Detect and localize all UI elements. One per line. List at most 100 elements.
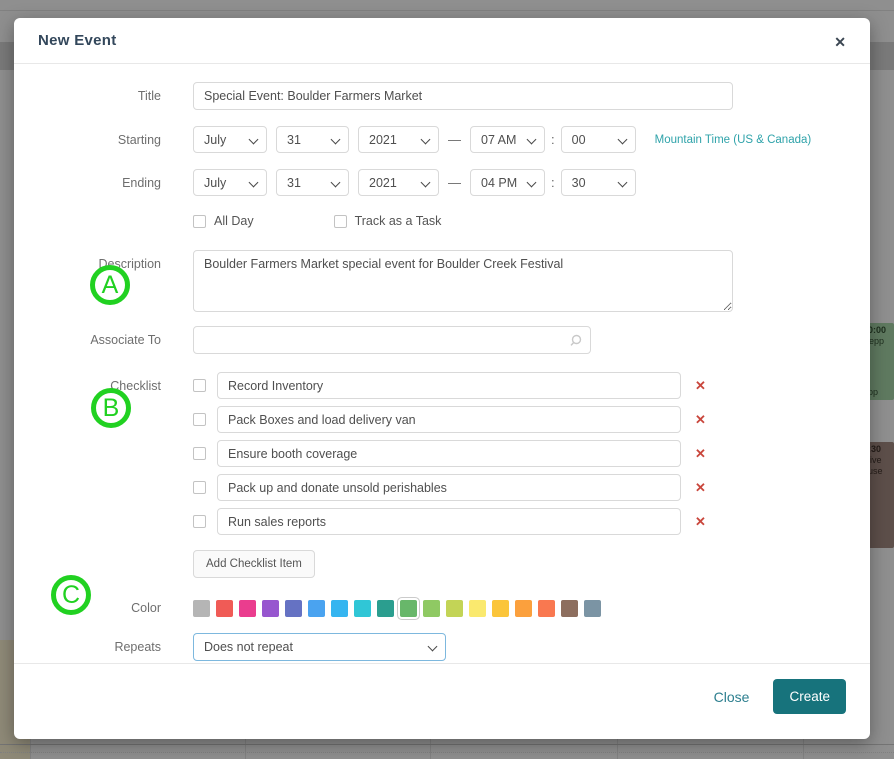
delete-checklist-item-icon[interactable]: ✕ — [695, 413, 706, 426]
color-swatch[interactable] — [331, 600, 348, 617]
chevron-down-icon — [248, 134, 259, 145]
color-swatch[interactable] — [446, 600, 463, 617]
close-icon[interactable]: ✕ — [830, 30, 850, 55]
checklist-item-input[interactable] — [217, 508, 681, 535]
modal-footer: Close Create — [14, 663, 870, 739]
start-year-value: 2021 — [369, 132, 397, 147]
start-month-value: July — [204, 132, 227, 147]
color-swatch[interactable] — [423, 600, 440, 617]
starting-row: Starting July 31 2021 — 07 AM: 00 Mount… — [38, 126, 846, 153]
delete-checklist-item-icon[interactable]: ✕ — [695, 447, 706, 460]
start-minute-select[interactable]: 00 — [560, 126, 636, 153]
checklist-item-checkbox[interactable] — [193, 447, 206, 460]
color-swatch[interactable] — [561, 600, 578, 617]
end-day-value: 31 — [287, 175, 301, 190]
color-swatch[interactable] — [377, 600, 394, 617]
all-day-option: All Day — [193, 214, 254, 228]
color-swatch[interactable] — [239, 600, 256, 617]
end-minute-select[interactable]: 30 — [560, 169, 636, 196]
checklist-item: ✕ — [193, 406, 706, 433]
color-swatch[interactable] — [538, 600, 555, 617]
start-day-value: 31 — [287, 132, 301, 147]
associate-row: Associate To — [38, 326, 846, 354]
repeats-label: Repeats — [114, 640, 161, 654]
end-year-select[interactable]: 2021 — [358, 169, 439, 196]
color-swatch[interactable] — [584, 600, 601, 617]
annotation-circle-b: B — [91, 388, 131, 428]
annotation-circle-a: A — [90, 265, 130, 305]
ending-label: Ending — [122, 176, 161, 190]
new-event-modal: New Event ✕ Title Starting July 31 — [14, 18, 870, 739]
all-day-label: All Day — [214, 214, 254, 228]
create-button[interactable]: Create — [773, 679, 846, 714]
chevron-down-icon — [617, 134, 628, 145]
end-hour-select[interactable]: 04 PM — [470, 169, 545, 196]
associate-label: Associate To — [90, 333, 161, 347]
timezone-link[interactable]: Mountain Time (US & Canada) — [655, 126, 812, 146]
color-swatch[interactable] — [193, 600, 210, 617]
start-day-select[interactable]: 31 — [276, 126, 349, 153]
delete-checklist-item-icon[interactable]: ✕ — [695, 481, 706, 494]
add-checklist-item-button[interactable]: Add Checklist Item — [193, 550, 315, 578]
close-button[interactable]: Close — [714, 689, 750, 705]
all-day-checkbox[interactable] — [193, 214, 206, 228]
title-input[interactable] — [193, 82, 733, 110]
chevron-down-icon — [526, 134, 537, 145]
checklist-item-input[interactable] — [217, 406, 681, 433]
end-month-value: July — [204, 175, 227, 190]
checklist-item-checkbox[interactable] — [193, 481, 206, 494]
chevron-down-icon — [330, 177, 341, 188]
checklist-item-input[interactable] — [217, 372, 681, 399]
date-time-separator: — — [448, 175, 461, 190]
associate-search-input[interactable] — [193, 326, 591, 354]
start-hour-select[interactable]: 07 AM — [470, 126, 545, 153]
color-swatch[interactable] — [262, 600, 279, 617]
end-hour-value: 04 PM — [481, 175, 518, 190]
color-swatch[interactable] — [216, 600, 233, 617]
delete-checklist-item-icon[interactable]: ✕ — [695, 379, 706, 392]
track-task-checkbox[interactable] — [333, 214, 347, 228]
modal-body: Title Starting July 31 2021 — [14, 64, 870, 661]
color-swatch[interactable] — [469, 600, 486, 617]
checklist-item-checkbox[interactable] — [193, 515, 206, 528]
color-swatch[interactable] — [354, 600, 371, 617]
checklist-item-input[interactable] — [217, 474, 681, 501]
end-month-select[interactable]: July — [193, 169, 267, 196]
track-task-label: Track as a Task — [354, 214, 442, 228]
checklist-label: Checklist — [110, 379, 161, 393]
chevron-down-icon — [248, 177, 259, 188]
repeats-value: Does not repeat — [204, 640, 293, 654]
chevron-down-icon — [420, 177, 431, 188]
color-swatches — [193, 598, 601, 617]
end-day-select[interactable]: 31 — [276, 169, 349, 196]
title-row: Title — [38, 82, 846, 110]
repeats-row: Repeats Does not repeat — [38, 633, 846, 661]
checklist-item-checkbox[interactable] — [193, 413, 206, 426]
title-label: Title — [137, 89, 161, 103]
color-swatch[interactable] — [285, 600, 302, 617]
start-year-select[interactable]: 2021 — [358, 126, 439, 153]
checklist-row: Checklist ✕ ✕ ✕ — [38, 372, 846, 578]
chevron-down-icon — [526, 177, 537, 188]
time-colon-separator: : — [551, 175, 555, 190]
color-swatch[interactable] — [308, 600, 325, 617]
color-swatch[interactable] — [492, 600, 509, 617]
chevron-down-icon — [617, 177, 628, 188]
description-textarea[interactable]: Boulder Farmers Market special event for… — [193, 250, 733, 312]
delete-checklist-item-icon[interactable]: ✕ — [695, 515, 706, 528]
time-colon-separator: : — [551, 132, 555, 147]
checklist-item: ✕ — [193, 440, 706, 467]
start-hour-value: 07 AM — [481, 132, 517, 147]
options-row: All Day Track as a Task — [38, 214, 846, 228]
checklist-item-checkbox[interactable] — [193, 379, 206, 392]
chevron-down-icon — [427, 641, 438, 652]
repeats-select[interactable]: Does not repeat — [193, 633, 446, 661]
color-swatch-selected[interactable] — [400, 600, 417, 617]
checklist-item: ✕ — [193, 474, 706, 501]
description-row: Description Boulder Farmers Market speci… — [38, 250, 846, 312]
color-row: Color — [38, 598, 846, 617]
modal-header: New Event ✕ — [14, 18, 870, 64]
start-month-select[interactable]: July — [193, 126, 267, 153]
checklist-item-input[interactable] — [217, 440, 681, 467]
color-swatch[interactable] — [515, 600, 532, 617]
